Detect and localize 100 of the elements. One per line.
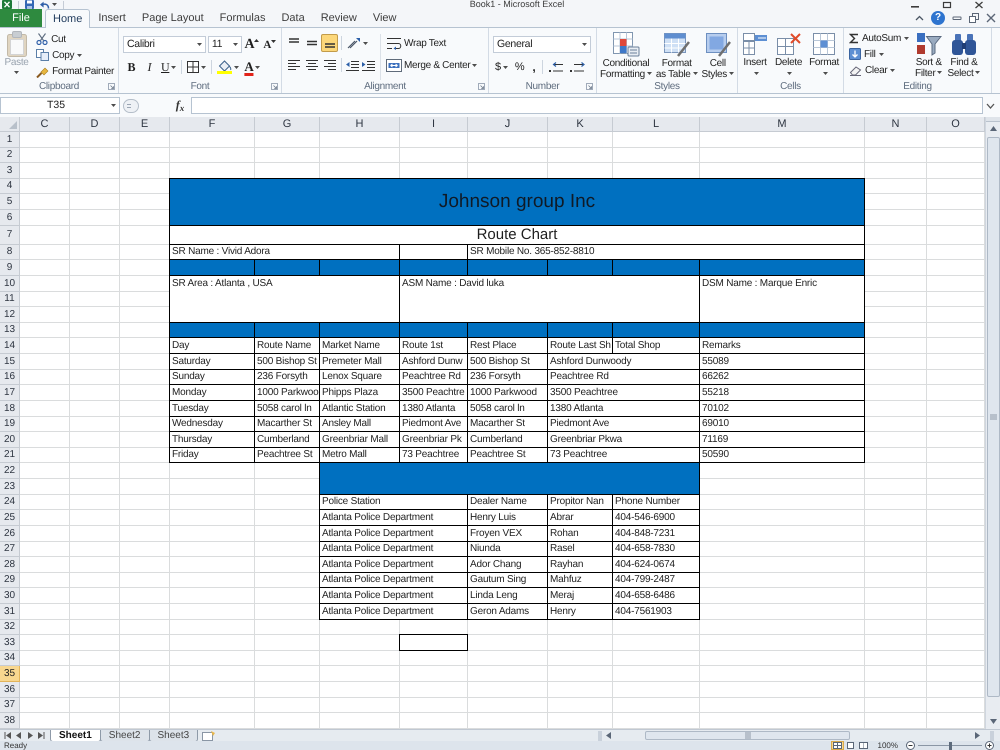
ribbon-tab[interactable]: Page Layout [134,9,212,27]
split-handle[interactable] [986,117,1000,122]
sheet-tab[interactable]: Sheet1 [50,730,101,742]
column-header[interactable]: G [255,117,320,132]
resize-handle-icon[interactable] [123,98,139,112]
row-header[interactable]: 15 [0,354,20,370]
row-header[interactable]: 6 [0,210,20,226]
comma-button[interactable]: , [529,58,538,76]
borders-button[interactable] [185,58,208,76]
column-header[interactable]: H [320,117,400,132]
row-header[interactable]: 9 [0,260,20,276]
expand-icon[interactable] [986,102,995,108]
cell-styles-button[interactable]: Cell Styles [700,30,735,80]
formula-field[interactable] [191,97,983,114]
bold-button[interactable]: B [123,58,140,76]
ribbon-tab[interactable]: Insert [90,9,134,27]
save-icon[interactable] [25,0,34,9]
row-header[interactable]: 7 [0,226,20,245]
underline-button[interactable]: U [159,58,178,76]
row-header[interactable]: 13 [0,323,20,338]
help-button[interactable]: ? [931,11,945,25]
scroll-left-icon[interactable] [606,732,611,739]
row-header[interactable]: 14 [0,338,20,354]
row-header[interactable]: 20 [0,432,20,448]
row-header[interactable]: 31 [0,604,20,620]
column-header[interactable]: N [865,117,927,132]
decrease-indent-icon[interactable] [346,60,359,70]
column-header[interactable]: M [700,117,865,132]
restore-icon[interactable] [969,13,979,23]
row-header[interactable]: 34 [0,651,20,666]
launcher-icon[interactable] [478,83,485,90]
conditional-formatting-button[interactable]: Conditional Formatting [599,30,653,80]
row-header[interactable]: 17 [0,385,20,401]
ribbon-tab[interactable]: Formulas [212,9,274,27]
chevron-up-icon[interactable] [915,15,924,21]
bottom-align-button[interactable] [321,34,338,52]
row-header[interactable]: 11 [0,292,20,307]
scrollbar-thumb[interactable] [986,137,1000,697]
grow-font-button[interactable]: A [244,36,260,53]
fill-color-button[interactable] [215,58,242,76]
scroll-down-icon[interactable] [990,719,996,724]
delete-cells-button[interactable]: Delete [774,31,804,80]
decrease-decimal-icon[interactable] [570,62,586,72]
font-color-button[interactable]: A [242,58,262,76]
row-header[interactable]: 19 [0,417,20,432]
column-header[interactable]: L [613,117,700,132]
last-sheet-icon[interactable] [37,732,45,739]
find-select-button[interactable]: Find & Select [946,30,982,80]
close-icon[interactable] [986,13,996,23]
italic-button[interactable]: I [141,58,158,76]
column-header[interactable]: F [170,117,255,132]
row-header[interactable]: 30 [0,588,20,604]
insert-cells-button[interactable]: Insert [741,31,769,80]
format-cells-button[interactable]: Format [808,31,840,80]
first-sheet-icon[interactable] [4,732,12,739]
row-header[interactable]: 27 [0,542,20,557]
row-header[interactable]: 3 [0,163,20,179]
ribbon-tab[interactable]: View [364,9,404,27]
zoom-in-icon[interactable] [985,741,994,750]
row-header[interactable]: 18 [0,401,20,417]
close-icon[interactable] [974,0,984,8]
scroll-up-icon[interactable] [990,126,996,131]
format-painter-button[interactable]: Format Painter [34,64,116,80]
row-header[interactable]: 24 [0,495,20,510]
cut-button[interactable]: Cut [34,31,116,48]
row-header[interactable]: 26 [0,526,20,542]
percent-button[interactable]: % [512,58,528,76]
sheet-tab[interactable]: Sheet3 [148,730,198,742]
currency-button[interactable]: $ [493,58,510,76]
next-sheet-icon[interactable] [26,732,34,739]
zoom-slider[interactable] [918,742,982,750]
slider-thumb[interactable] [948,742,952,750]
sort-filter-button[interactable]: Sort & Filter [914,30,944,80]
row-header[interactable]: 16 [0,370,20,385]
increase-decimal-icon[interactable] [549,62,564,72]
copy-button[interactable]: Copy [34,47,116,64]
launcher-icon[interactable] [271,83,278,90]
row-header[interactable]: 38 [0,713,20,729]
format-as-table-button[interactable]: Format as Table [654,30,699,80]
row-header[interactable]: 4 [0,179,20,194]
ribbon-tab[interactable]: Data [273,9,313,27]
scrollbar-thumb[interactable] [645,731,850,740]
font-size-dropdown[interactable]: 11 [208,36,242,53]
row-header[interactable]: 21 [0,448,20,463]
insert-function-button[interactable]: f$_{x}$ [173,97,187,114]
row-header[interactable]: 36 [0,682,20,698]
row-header[interactable]: 28 [0,557,20,573]
number-format-dropdown[interactable]: General [493,36,591,53]
name-box[interactable]: T35 [0,97,120,114]
wrap-text-button[interactable]: Wrap Text [384,34,480,52]
font-name-dropdown[interactable]: Calibri [123,36,206,53]
row-header[interactable]: 5 [0,194,20,210]
shrink-font-button[interactable]: A [262,36,277,53]
undo-icon[interactable] [40,0,50,8]
column-header[interactable]: O [927,117,985,132]
column-header[interactable]: I [400,117,468,132]
row-header[interactable]: 35 [0,666,20,682]
column-header[interactable]: K [548,117,613,132]
row-header[interactable]: 2 [0,148,20,163]
normal-view-button[interactable] [830,741,844,750]
